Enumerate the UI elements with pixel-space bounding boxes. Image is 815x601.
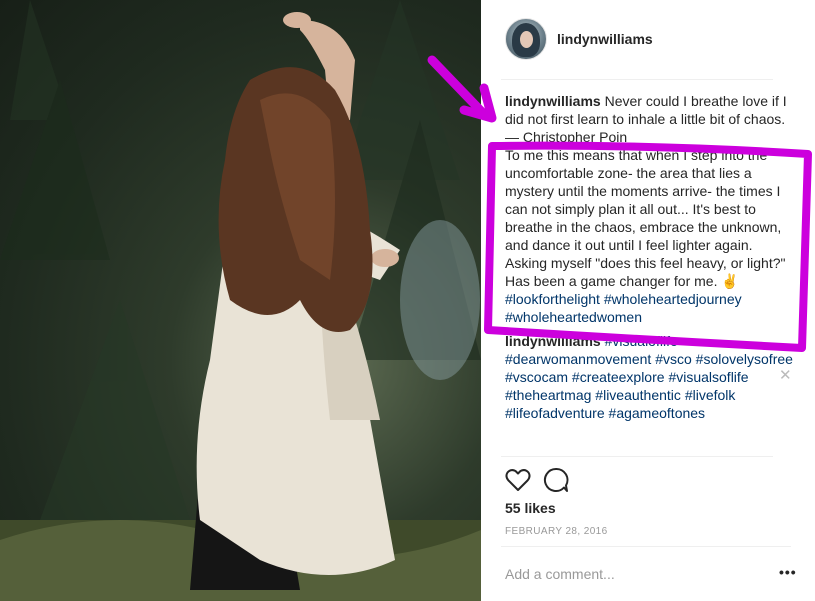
divider: [501, 456, 773, 457]
close-icon[interactable]: ✕: [779, 368, 792, 383]
hashtag-link[interactable]: #lookforthelight: [505, 291, 600, 307]
comment-item: lindynwilliams #visualoflife #dearwomanm…: [505, 332, 795, 422]
hashtag-link[interactable]: #vscocam: [505, 369, 568, 385]
hashtag-link[interactable]: #vsco: [655, 351, 692, 367]
hashtag-link[interactable]: #dearwomanmovement: [505, 351, 651, 367]
hashtag-link[interactable]: #wholeheartedwomen: [505, 309, 642, 325]
hashtag-link[interactable]: #wholeheartedjourney: [604, 291, 742, 307]
hashtag-link[interactable]: #visualsoflife: [668, 369, 748, 385]
caption: lindynwilliams Never could I breathe lov…: [505, 92, 795, 326]
heart-icon[interactable]: [505, 468, 531, 492]
post-header: lindynwilliams: [481, 0, 815, 80]
post-sidebar: lindynwilliams lindynwilliams Never coul…: [481, 0, 815, 601]
comment-username[interactable]: lindynwilliams: [505, 333, 601, 349]
comment-icon[interactable]: [543, 467, 569, 493]
hashtag-link[interactable]: #createexplore: [572, 369, 665, 385]
hashtag-link[interactable]: #visualoflife: [605, 333, 678, 349]
header-username[interactable]: lindynwilliams: [557, 31, 653, 47]
caption-body: To me this means that when I step into t…: [505, 147, 790, 289]
hashtag-link[interactable]: #lifeofadventure: [505, 405, 605, 421]
hashtag-link[interactable]: #liveauthentic: [595, 387, 681, 403]
post-date: FEBRUARY 28, 2016: [505, 526, 608, 537]
post-photo[interactable]: [0, 0, 481, 601]
comments-list[interactable]: lindynwilliams Never could I breathe lov…: [505, 92, 795, 458]
hashtag-link[interactable]: #agameoftones: [609, 405, 706, 421]
hashtag-link[interactable]: #theheartmag: [505, 387, 591, 403]
more-options-icon[interactable]: •••: [779, 564, 797, 580]
action-bar: [505, 466, 605, 494]
add-comment-input[interactable]: Add a comment...: [505, 566, 615, 582]
divider: [501, 546, 791, 547]
avatar[interactable]: [505, 18, 547, 60]
caption-username[interactable]: lindynwilliams: [505, 93, 601, 109]
divider: [501, 79, 773, 80]
hashtag-link[interactable]: #solovelysofree: [696, 351, 793, 367]
likes-count[interactable]: 55 likes: [505, 500, 556, 516]
photo-illustration: [0, 0, 481, 601]
hashtag-link[interactable]: #livefolk: [685, 387, 736, 403]
